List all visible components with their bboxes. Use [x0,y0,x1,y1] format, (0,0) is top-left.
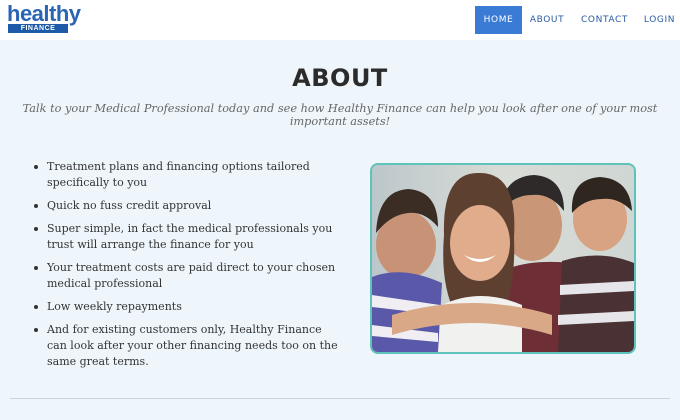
feature-item: Your treatment costs are paid direct to … [33,260,338,292]
feature-item: Low weekly repayments [33,299,338,315]
feature-text: Treatment plans and financing options ta… [47,160,310,189]
logo-subtitle: FINANCE [20,25,56,32]
feature-text: Your treatment costs are paid direct to … [47,261,336,290]
bullet-dot [34,328,38,332]
nav-login-link[interactable]: LOGIN [641,6,678,34]
healthy-finance-logo[interactable]: healthy FINANCE [7,2,81,35]
feature-item: Treatment plans and financing options ta… [33,159,338,191]
bullet-dot [34,227,38,231]
nav-home-link[interactable]: HOME [475,6,522,34]
bullet-dot [34,305,38,309]
feature-item: And for existing customers only, Healthy… [33,322,338,370]
bullet-dot [34,266,38,270]
section-divider [10,398,670,399]
feature-text: Quick no fuss credit approval [47,199,212,212]
nav-contact-link[interactable]: CONTACT [578,6,631,34]
feature-text: Low weekly repayments [47,300,182,313]
bullet-dot [34,204,38,208]
logo-wordmark: healthy [7,1,81,26]
family-photo-illustration [372,165,634,352]
bullet-dot [34,165,38,169]
feature-text: And for existing customers only, Healthy… [47,323,338,368]
feature-item: Quick no fuss credit approval [33,198,338,214]
feature-text: Super simple, in fact the medical profes… [47,222,333,251]
family-photo [370,163,636,354]
navbar: healthy FINANCE HOME ABOUT CONTACT LOGIN [0,0,680,40]
feature-list: Treatment plans and financing options ta… [33,159,338,377]
nav-about-link[interactable]: ABOUT [527,6,567,34]
page-title: ABOUT [292,64,388,92]
feature-item: Super simple, in fact the medical profes… [33,221,338,253]
page-tagline: Talk to your Medical Professional today … [22,102,658,128]
